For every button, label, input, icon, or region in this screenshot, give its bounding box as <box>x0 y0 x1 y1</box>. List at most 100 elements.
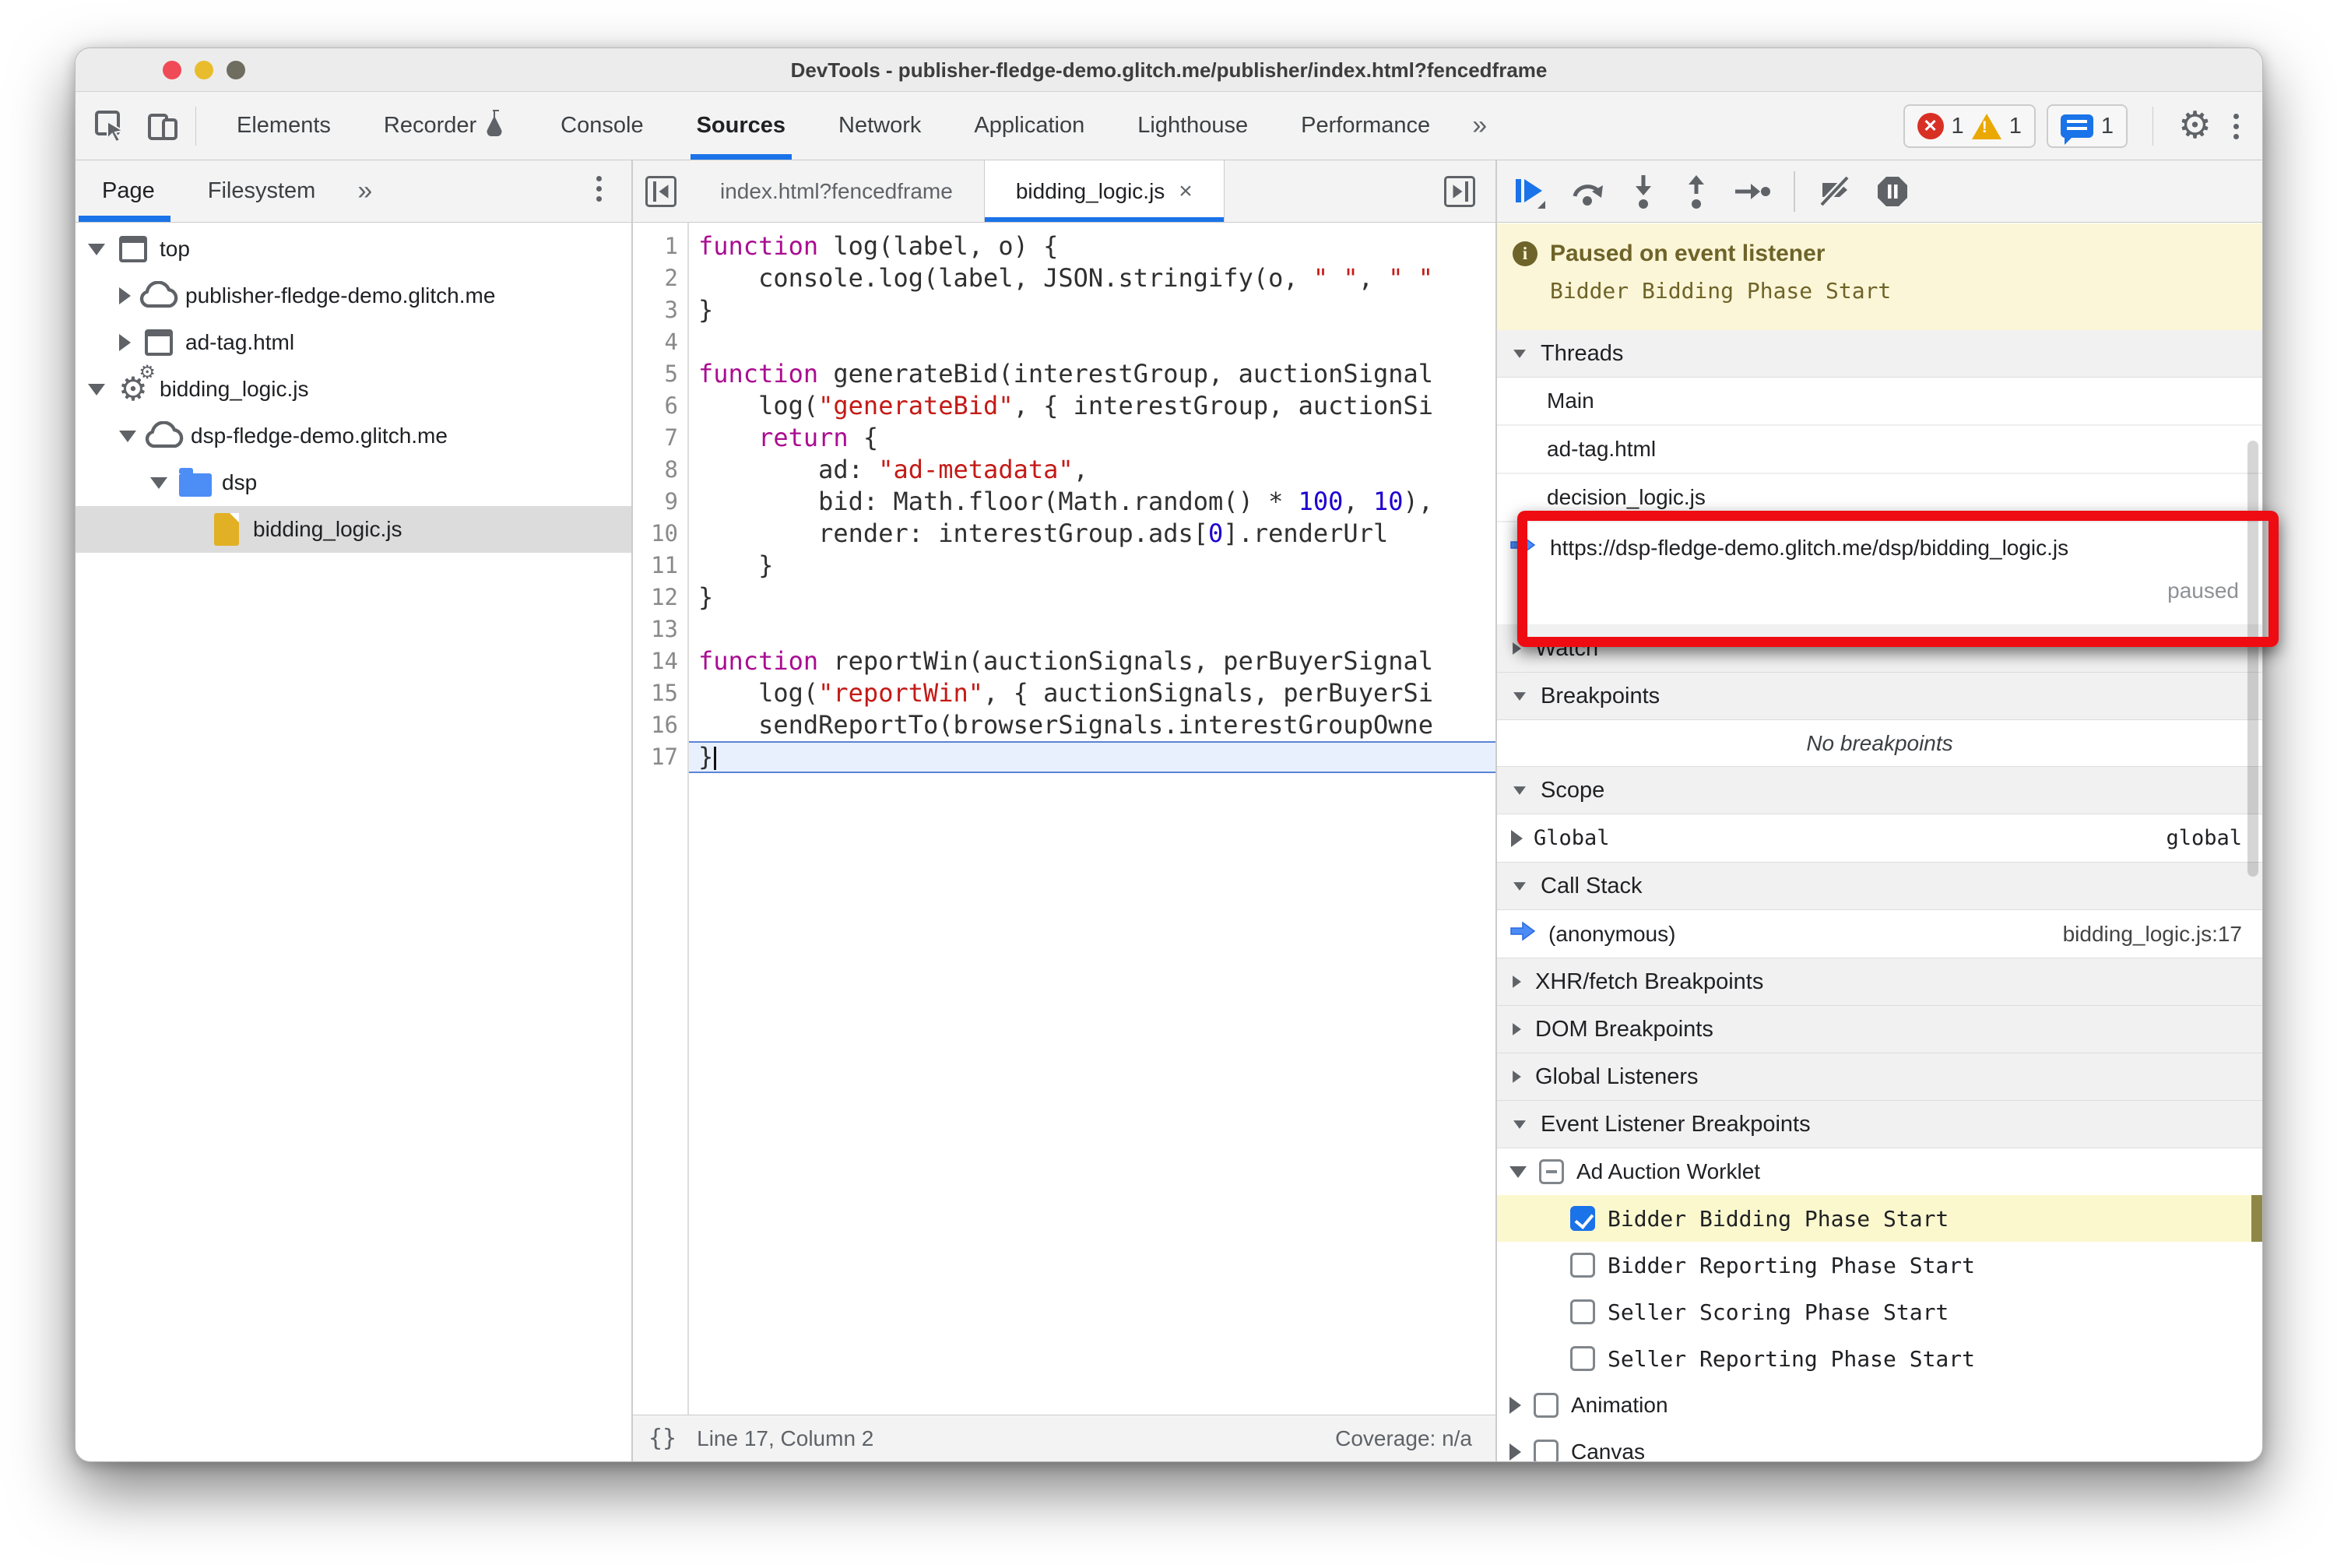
checkbox-unchecked[interactable] <box>1534 1440 1559 1461</box>
device-toolbar-icon[interactable] <box>146 108 181 144</box>
step-over-button[interactable] <box>1570 174 1606 209</box>
line-number[interactable]: 5 <box>633 358 687 390</box>
line-number[interactable]: 2 <box>633 262 687 294</box>
disclosure-right-icon[interactable] <box>1511 829 1523 847</box>
disclosure-right-icon[interactable] <box>119 334 131 351</box>
line-number[interactable]: 10 <box>633 518 687 550</box>
section-event-listener-breakpoints[interactable]: Event Listener Breakpoints <box>1497 1100 2262 1148</box>
step-button[interactable] <box>1734 176 1771 207</box>
thread-row-decision-logic-js[interactable]: decision_logic.js <box>1497 474 2262 522</box>
section-threads[interactable]: Threads <box>1497 330 2262 378</box>
settings-gear-icon[interactable]: ⚙ <box>2178 107 2212 145</box>
call-stack-frame[interactable]: (anonymous) bidding_logic.js:17 <box>1497 910 2262 958</box>
event-breakpoint-bidder-bidding-phase-start[interactable]: Bidder Bidding Phase Start <box>1497 1195 2262 1242</box>
kebab-menu-icon[interactable] <box>2223 113 2250 139</box>
tab-lighthouse[interactable]: Lighthouse <box>1111 92 1274 160</box>
checkbox-unchecked[interactable] <box>1570 1346 1595 1371</box>
event-breakpoint-seller-scoring-phase-start[interactable]: Seller Scoring Phase Start <box>1497 1289 2262 1335</box>
editor-tab-index[interactable]: index.html?fencedframe <box>689 160 984 222</box>
section-global-listeners[interactable]: Global Listeners <box>1497 1053 2262 1101</box>
tab-application[interactable]: Application <box>947 92 1111 160</box>
disclosure-down-icon[interactable] <box>88 383 105 396</box>
event-category-canvas[interactable]: Canvas <box>1497 1429 2262 1461</box>
section-watch[interactable]: Watch <box>1497 624 2262 673</box>
section-dom-breakpoints[interactable]: DOM Breakpoints <box>1497 1005 2262 1053</box>
checkbox-unchecked[interactable] <box>1570 1253 1595 1278</box>
title-bar[interactable]: DevTools - publisher-fledge-demo.glitch.… <box>76 48 2262 92</box>
console-status-button[interactable]: ✕ 1 1 <box>1903 104 2036 148</box>
thread-row-ad-tag-html[interactable]: ad-tag.html <box>1497 426 2262 474</box>
tab-sources[interactable]: Sources <box>670 92 812 160</box>
pause-on-exceptions-button[interactable] <box>1875 174 1910 209</box>
tree-item-dsp[interactable]: dsp <box>76 459 631 506</box>
pretty-print-icon[interactable]: {} <box>648 1425 676 1452</box>
tab-filesystem[interactable]: Filesystem <box>181 160 343 222</box>
line-number[interactable]: 3 <box>633 294 687 326</box>
tab-performance[interactable]: Performance <box>1274 92 1457 160</box>
tab-elements[interactable]: Elements <box>210 92 357 160</box>
more-panels-button[interactable]: » <box>1457 111 1502 141</box>
tab-page[interactable]: Page <box>76 160 181 222</box>
disclosure-right-icon[interactable] <box>119 287 131 304</box>
tab-recorder[interactable]: Recorder <box>357 92 534 160</box>
deactivate-breakpoints-button[interactable] <box>1818 174 1854 209</box>
code-line: function reportWin(auctionSignals, perBu… <box>698 646 1434 676</box>
close-tab-icon[interactable]: × <box>1179 178 1193 205</box>
section-breakpoints[interactable]: Breakpoints <box>1497 672 2262 720</box>
tree-item-bidding-logic-js[interactable]: bidding_logic.js <box>76 506 631 553</box>
more-navigator-tabs-button[interactable]: » <box>342 176 388 206</box>
hide-navigator-icon[interactable] <box>645 175 676 207</box>
checkbox-indeterminate[interactable] <box>1539 1159 1564 1184</box>
section-call-stack[interactable]: Call Stack <box>1497 862 2262 910</box>
editor-tab-bidding-logic[interactable]: bidding_logic.js × <box>983 160 1225 222</box>
line-number[interactable]: 17 <box>633 741 687 773</box>
tree-item-dsp-fledge-demo-glitch-me[interactable]: dsp-fledge-demo.glitch.me <box>76 413 631 459</box>
disclosure-down-icon[interactable] <box>88 243 105 255</box>
tree-item-publisher-fledge-demo-glitch-me[interactable]: publisher-fledge-demo.glitch.me <box>76 272 631 319</box>
event-category-animation[interactable]: Animation <box>1497 1382 2262 1429</box>
resume-script-button[interactable] <box>1511 173 1548 210</box>
scope-row-global[interactable]: Global global <box>1497 814 2262 863</box>
code-editor[interactable]: 1 2 3 4 5 6 7 8 9 10 11 12 13 14 15 16 17 function log(l… <box>633 223 1495 1415</box>
inspect-element-icon[interactable] <box>93 108 128 144</box>
event-breakpoint-seller-reporting-phase-start[interactable]: Seller Reporting Phase Start <box>1497 1335 2262 1382</box>
thread-row-current[interactable]: https://dsp-fledge-demo.glitch.me/dsp/bi… <box>1497 522 2262 625</box>
line-number[interactable]: 8 <box>633 454 687 486</box>
line-number[interactable]: 6 <box>633 390 687 422</box>
line-number[interactable]: 11 <box>633 550 687 582</box>
navigator-kebab-menu-icon[interactable] <box>585 176 613 202</box>
disclosure-down-icon[interactable] <box>119 430 136 442</box>
line-number[interactable]: 15 <box>633 677 687 709</box>
checkbox-unchecked[interactable] <box>1570 1299 1595 1324</box>
tab-console[interactable]: Console <box>534 92 669 160</box>
issues-button[interactable]: 1 <box>2046 104 2128 148</box>
line-number[interactable]: 16 <box>633 709 687 741</box>
cloud-icon <box>144 421 184 451</box>
line-number[interactable]: 1 <box>633 230 687 262</box>
step-into-button[interactable] <box>1628 174 1659 209</box>
line-number[interactable]: 7 <box>633 422 687 454</box>
line-number[interactable]: 12 <box>633 582 687 613</box>
event-category-ad-auction-worklet[interactable]: Ad Auction Worklet <box>1497 1148 2262 1195</box>
tree-item-bidding-logic-js[interactable]: ⚙bidding_logic.js <box>76 364 631 413</box>
tree-item-top[interactable]: top <box>76 226 631 272</box>
checkbox-unchecked[interactable] <box>1534 1393 1559 1418</box>
line-number[interactable]: 9 <box>633 486 687 518</box>
tree-item-ad-tag-html[interactable]: ad-tag.html <box>76 319 631 366</box>
line-number[interactable]: 14 <box>633 645 687 677</box>
section-xhr-fetch-breakpoints[interactable]: XHR/fetch Breakpoints <box>1497 958 2262 1006</box>
checkbox-checked[interactable] <box>1570 1206 1595 1231</box>
section-scope[interactable]: Scope <box>1497 766 2262 814</box>
tab-network[interactable]: Network <box>812 92 947 160</box>
scrollbar-thumb[interactable] <box>2247 441 2258 877</box>
line-number[interactable]: 4 <box>633 326 687 358</box>
show-debugger-icon[interactable] <box>1444 176 1475 207</box>
event-breakpoint-bidder-reporting-phase-start[interactable]: Bidder Reporting Phase Start <box>1497 1242 2262 1289</box>
disclosure-right-icon[interactable] <box>1509 1443 1521 1461</box>
disclosure-right-icon[interactable] <box>1509 1397 1521 1414</box>
step-out-button[interactable] <box>1681 174 1712 209</box>
line-number[interactable]: 13 <box>633 613 687 645</box>
disclosure-down-icon[interactable] <box>1509 1165 1527 1178</box>
disclosure-down-icon[interactable] <box>150 476 167 489</box>
thread-row-main[interactable]: Main <box>1497 378 2262 426</box>
